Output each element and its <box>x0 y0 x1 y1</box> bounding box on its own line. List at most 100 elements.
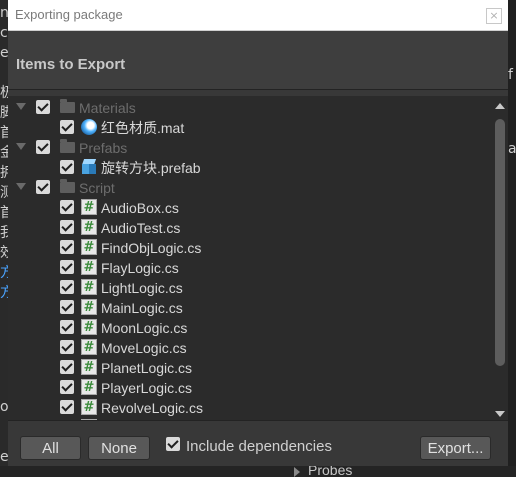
file-label: LightLogic.cs <box>101 280 183 296</box>
export-items-tree: Materials 红色材质.mat Prefabs 旋转方块.prefab S… <box>8 96 508 420</box>
file-checkbox[interactable] <box>60 300 74 314</box>
file-checkbox[interactable] <box>60 400 74 414</box>
file-checkbox[interactable] <box>60 200 74 214</box>
file-label: PlayerLogic.cs <box>101 380 193 396</box>
bg-fragment: f <box>508 67 513 83</box>
bg-fragment: 极 <box>0 85 8 101</box>
bg-fragment: 金 <box>0 145 8 161</box>
folder-label: Script <box>79 180 115 196</box>
export-package-dialog: Exporting package × Items to Export Mate… <box>8 0 508 467</box>
tree-file-row[interactable]: # FlayLogic.cs <box>8 258 494 278</box>
bg-fragment: n <box>0 5 8 21</box>
file-checkbox[interactable] <box>60 380 74 394</box>
include-dependencies-label[interactable]: Include dependencies <box>186 438 332 456</box>
prefab-cube-icon <box>81 159 97 175</box>
tree-folder-row[interactable]: Prefabs <box>8 138 494 158</box>
file-checkbox[interactable] <box>60 360 74 374</box>
title-bar[interactable]: Exporting package × <box>8 0 508 31</box>
tree-file-row[interactable]: # MainLogic.cs <box>8 298 494 318</box>
file-label: AudioTest.cs <box>101 220 181 236</box>
bg-fragment: 首 <box>0 205 8 221</box>
tree-file-row[interactable]: # LightLogic.cs <box>8 278 494 298</box>
header-title: Items to Export <box>16 56 126 73</box>
bg-fragment: c <box>0 25 8 41</box>
file-label: 旋转方块.prefab <box>101 160 201 176</box>
file-label: MoonLogic.cs <box>101 320 188 336</box>
file-label: RevolveLogic.cs <box>101 400 203 416</box>
folder-icon <box>60 179 75 193</box>
folder-icon <box>60 99 75 113</box>
csharp-script-icon: # <box>81 279 97 295</box>
close-button[interactable]: × <box>486 8 502 24</box>
file-label: MainLogic.cs <box>101 300 183 316</box>
bg-fragment: 首 <box>0 125 8 141</box>
tree-folder-row[interactable]: Materials <box>8 98 494 118</box>
export-button[interactable]: Export... <box>420 436 491 460</box>
tree-folder-row[interactable]: Script <box>8 178 494 198</box>
folder-checkbox[interactable] <box>36 180 50 194</box>
scroll-up-arrow-icon[interactable] <box>495 103 505 109</box>
folder-label: Prefabs <box>79 140 128 156</box>
tree-file-row[interactable]: # PlayerLogic.cs <box>8 378 494 398</box>
tree-file-row[interactable]: # MoveLogic.cs <box>8 338 494 358</box>
file-label: FindObjLogic.cs <box>101 240 202 256</box>
bg-fragment: 效 <box>0 245 8 261</box>
file-label: PlanetLogic.cs <box>101 360 193 376</box>
file-checkbox[interactable] <box>60 120 74 134</box>
expand-arrow-icon[interactable] <box>16 143 26 150</box>
include-dependencies-checkbox[interactable] <box>166 437 180 451</box>
folder-checkbox[interactable] <box>36 100 50 114</box>
file-checkbox[interactable] <box>60 220 74 234</box>
folder-label: Materials <box>79 100 136 116</box>
csharp-script-icon: # <box>81 299 97 315</box>
background-left-panel: n c e 极 脚 首 金 拥 测 首 我 效 方 方 o e <box>0 0 8 477</box>
collapse-arrow-icon[interactable] <box>294 467 300 477</box>
csharp-script-icon: # <box>81 239 97 255</box>
csharp-script-icon: # <box>81 359 97 375</box>
tree-file-row[interactable]: 旋转方块.prefab <box>8 158 494 178</box>
background-right-panel: f a <box>508 0 516 477</box>
csharp-script-icon: # <box>81 399 97 415</box>
bg-fragment: e <box>0 449 8 465</box>
background-bottom-strip: Probes <box>0 466 516 477</box>
tree-file-row[interactable]: # PlanetLogic.cs <box>8 358 494 378</box>
tree-file-row[interactable]: # RevolveLogic.cs <box>8 398 494 418</box>
select-none-button[interactable]: None <box>88 436 150 460</box>
csharp-script-icon: # <box>81 379 97 395</box>
bg-fragment: 我 <box>0 225 8 241</box>
file-checkbox[interactable] <box>60 240 74 254</box>
expand-arrow-icon[interactable] <box>16 103 26 110</box>
file-label: AudioBox.cs <box>101 200 179 216</box>
folder-icon <box>60 139 75 153</box>
csharp-script-icon: # <box>81 319 97 335</box>
header: Items to Export <box>8 31 508 90</box>
file-label: FlayLogic.cs <box>101 260 179 276</box>
tree-file-row[interactable]: # MoonLogic.cs <box>8 318 494 338</box>
csharp-script-icon: # <box>81 219 97 235</box>
folder-checkbox[interactable] <box>36 140 50 154</box>
file-checkbox[interactable] <box>60 260 74 274</box>
tree-file-row[interactable]: # AudioBox.cs <box>8 198 494 218</box>
file-checkbox[interactable] <box>60 160 74 174</box>
scrollbar-thumb[interactable] <box>495 119 505 366</box>
bg-fragment: 拥 <box>0 165 8 181</box>
csharp-script-icon: # <box>81 339 97 355</box>
file-checkbox[interactable] <box>60 280 74 294</box>
file-label: MoveLogic.cs <box>101 340 187 356</box>
select-all-button[interactable]: All <box>20 436 81 460</box>
bg-fragment: 脚 <box>0 105 8 121</box>
tree-file-row[interactable]: # AudioTest.cs <box>8 218 494 238</box>
bg-fragment: 测 <box>0 185 8 201</box>
csharp-script-icon: # <box>81 259 97 275</box>
expand-arrow-icon[interactable] <box>16 183 26 190</box>
file-checkbox[interactable] <box>60 320 74 334</box>
tree-file-row[interactable]: 红色材质.mat <box>8 118 494 138</box>
bg-fragment: a <box>508 141 516 157</box>
probes-section-label[interactable]: Probes <box>308 466 352 477</box>
bg-fragment: 方 <box>0 285 8 301</box>
tree-file-row[interactable]: # FindObjLogic.cs <box>8 238 494 258</box>
file-checkbox[interactable] <box>60 340 74 354</box>
scroll-down-arrow-icon[interactable] <box>495 411 505 417</box>
bg-fragment: 方 <box>0 265 8 281</box>
csharp-script-icon: # <box>81 199 97 215</box>
